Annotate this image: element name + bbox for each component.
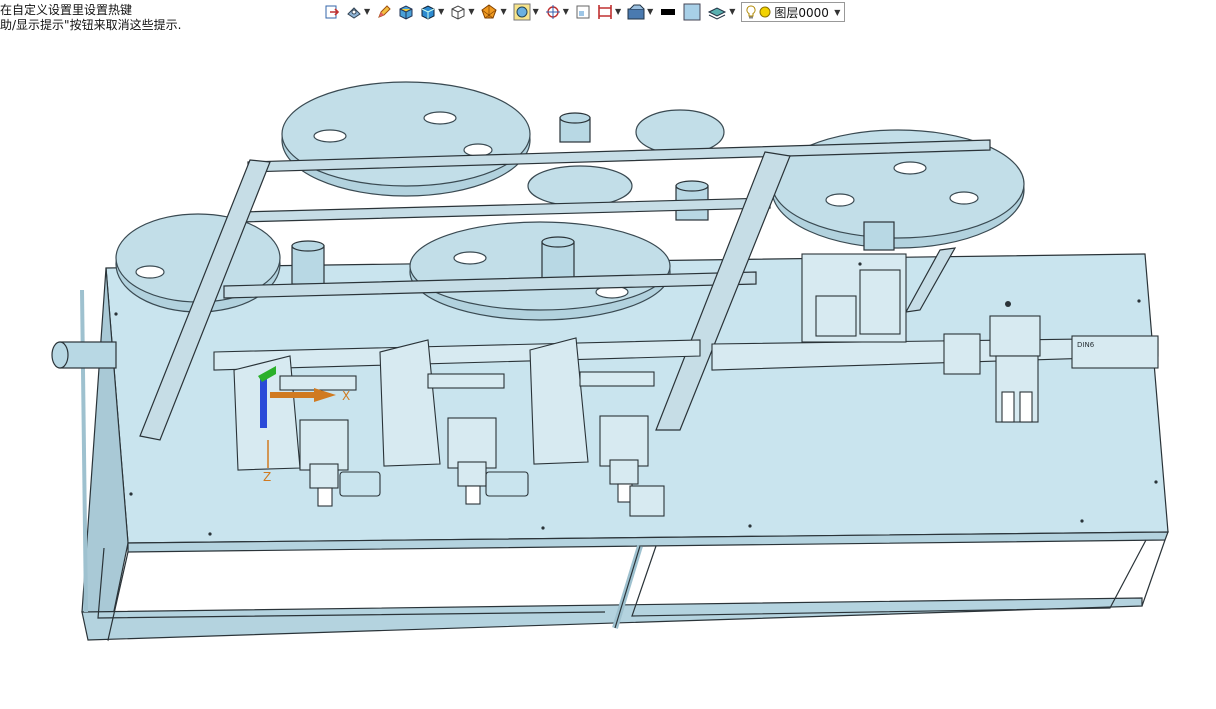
chevron-down-icon: ▼ — [438, 7, 445, 16]
sketch-button[interactable] — [374, 2, 394, 22]
chevron-down-icon: ▼ — [647, 7, 654, 16]
layer-stack-icon — [708, 7, 727, 20]
frame-button[interactable] — [573, 2, 593, 22]
axis-z-label: Z — [263, 470, 271, 484]
cad-viewport[interactable]: X Z DIN6 — [0, 34, 1216, 709]
wireframe-cube-button[interactable]: ▼ — [448, 2, 476, 22]
frame-icon — [576, 5, 590, 19]
chevron-down-icon: ▼ — [364, 7, 371, 16]
polygon-button[interactable]: ▼ — [478, 2, 508, 22]
pencil-icon — [378, 5, 391, 18]
view-orient-icon — [347, 7, 361, 19]
layer-dropdown[interactable]: 图层0000 ▼ — [741, 2, 846, 22]
face-color-icon — [683, 3, 701, 21]
wireframe-cube-icon — [451, 5, 465, 20]
chevron-down-icon: ▼ — [500, 7, 507, 16]
axis-x-label: X — [342, 389, 350, 403]
render-button[interactable]: ▼ — [625, 2, 655, 22]
solid-cube-icon — [421, 5, 435, 20]
box-display-button[interactable]: ▼ — [511, 2, 541, 22]
exit-button[interactable] — [322, 2, 342, 22]
chevron-down-icon: ▼ — [614, 7, 622, 16]
hotkey-hint-line1: 在自定义设置里设置热键 — [0, 3, 133, 17]
dimension-button[interactable]: ▼ — [595, 2, 623, 22]
line-color-icon — [661, 9, 676, 15]
view-orient-button[interactable]: ▼ — [344, 2, 372, 22]
box-display-icon — [513, 3, 531, 21]
shaded-box-button[interactable] — [396, 2, 416, 22]
line-color-button[interactable] — [657, 2, 679, 22]
layer-status-icon — [759, 6, 771, 18]
layer-name: 图层0000 — [774, 5, 829, 20]
shaded-box-icon — [399, 5, 413, 20]
chevron-down-icon: ▼ — [834, 7, 841, 17]
dimension-icon — [598, 5, 612, 19]
layer-stack-button[interactable]: ▼ — [705, 2, 737, 22]
hotkey-hint-line2: 助/显示提示"按钮来取消这些提示. — [0, 18, 182, 32]
view-toolbar: ▼ ▼ ▼ ▼ ▼ ▼ ▼ ▼ ▼ 图层0000 ▼ — [322, 0, 846, 24]
label-plate: DIN6 — [1077, 341, 1095, 349]
target-button[interactable]: ▼ — [543, 2, 571, 22]
exit-icon — [325, 5, 340, 19]
chevron-down-icon: ▼ — [729, 7, 736, 16]
solid-cube-button[interactable]: ▼ — [418, 2, 446, 22]
chevron-down-icon: ▼ — [468, 7, 475, 16]
face-color-button[interactable] — [681, 2, 703, 22]
lightbulb-icon — [746, 5, 756, 19]
chevron-down-icon: ▼ — [562, 7, 569, 16]
target-icon — [545, 5, 560, 19]
chevron-down-icon: ▼ — [532, 7, 539, 16]
render-icon — [627, 4, 645, 20]
polygon-icon — [481, 4, 498, 19]
